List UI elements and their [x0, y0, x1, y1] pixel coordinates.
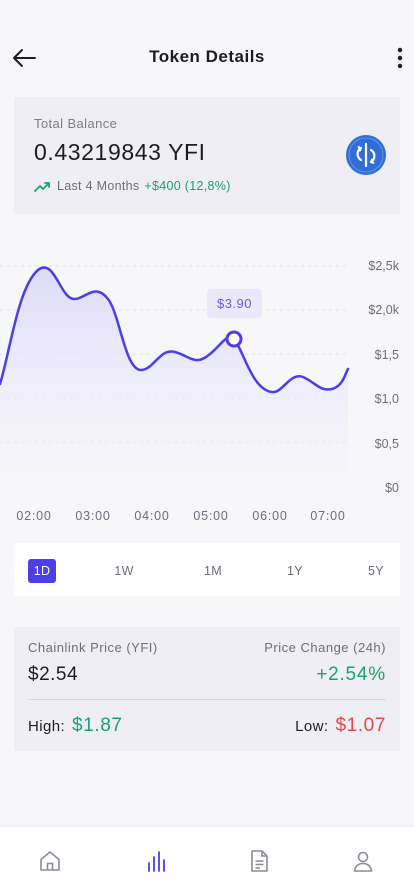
price-chart[interactable]: $3.90 $2,5k $2,0k $1,5 $1,0 $0,5 $0 02:0…	[0, 232, 414, 532]
y-tick-label: $2,0k	[368, 303, 399, 317]
low-value: $1.07	[335, 715, 386, 736]
more-options-button[interactable]	[390, 44, 410, 72]
chart-bars-icon	[148, 851, 165, 872]
y-tick-label: $1,0	[375, 392, 399, 406]
trend-change: +$400 (12,8%)	[144, 179, 231, 193]
x-tick-label: 07:00	[310, 509, 345, 523]
tab-1y[interactable]: 1Y	[281, 559, 309, 583]
highlight-label: $3.90	[217, 296, 252, 311]
divider	[28, 699, 386, 700]
page-title: Token Details	[149, 47, 265, 66]
price-change-label: Price Change (24h)	[264, 640, 386, 655]
nav-documents[interactable]	[245, 847, 273, 875]
home-icon	[40, 851, 60, 871]
tab-5y[interactable]: 5Y	[362, 559, 390, 583]
x-tick-label: 05:00	[193, 509, 228, 523]
price-card: Chainlink Price (YFI) Price Change (24h)…	[14, 627, 400, 751]
trend-row: Last 4 Months +$400 (12,8%)	[34, 179, 231, 193]
trend-period: Last 4 Months	[57, 179, 140, 193]
y-axis-labels: $2,5k $2,0k $1,5 $1,0 $0,5 $0	[368, 259, 399, 495]
low-row: Low: $1.07	[295, 715, 386, 737]
x-tick-label: 06:00	[252, 509, 287, 523]
balance-label: Total Balance	[34, 116, 118, 131]
nav-chart[interactable]	[142, 847, 170, 875]
nav-home[interactable]	[36, 847, 64, 875]
x-tick-label: 02:00	[16, 509, 51, 523]
highlight-point[interactable]	[225, 330, 243, 348]
trending-up-icon	[34, 181, 50, 192]
x-tick-label: 04:00	[134, 509, 169, 523]
y-tick-label: $2,5k	[368, 259, 399, 273]
high-value: $1.87	[72, 715, 123, 736]
balance-card: Total Balance 0.43219843 YFI Last 4 Mont…	[14, 97, 400, 214]
tab-1m[interactable]: 1M	[199, 559, 227, 583]
high-row: High: $1.87	[28, 715, 123, 737]
price-label: Chainlink Price (YFI)	[28, 640, 158, 655]
price-value: $2.54	[28, 664, 79, 685]
low-label: Low:	[295, 718, 329, 735]
y-tick-label: $0	[385, 481, 399, 495]
bottom-nav	[0, 826, 414, 896]
x-tick-label: 03:00	[75, 509, 110, 523]
tab-1d[interactable]: 1D	[28, 559, 56, 583]
time-range-tabs: 1D 1W 1M 1Y 5Y	[14, 543, 400, 596]
y-tick-label: $1,5	[375, 348, 399, 362]
document-icon	[251, 850, 268, 872]
high-label: High:	[28, 718, 66, 735]
balance-amount: 0.43219843 YFI	[34, 139, 206, 165]
highlight-tooltip: $3.90	[207, 289, 262, 318]
profile-icon	[353, 851, 373, 872]
yfi-logo-icon	[346, 135, 386, 175]
more-vertical-icon	[397, 47, 403, 69]
nav-profile[interactable]	[349, 847, 377, 875]
x-axis-labels: 02:00 03:00 04:00 05:00 06:00 07:00	[16, 509, 345, 523]
price-change-value: +2.54%	[316, 664, 386, 685]
y-tick-label: $0,5	[375, 437, 399, 451]
tab-1w[interactable]: 1W	[110, 559, 138, 583]
